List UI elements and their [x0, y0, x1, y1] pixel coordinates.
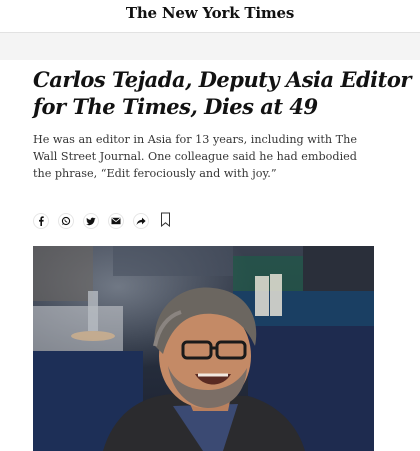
article-photo[interactable] — [33, 246, 374, 451]
bookmark-icon — [161, 212, 170, 227]
twitter-icon — [86, 217, 96, 225]
carlos-tejada-photo — [33, 246, 374, 451]
whatsapp-share-button[interactable] — [58, 213, 74, 229]
article-headline: Carlos Tejada, Deputy Asia Editor for Th… — [33, 67, 411, 119]
save-bookmark-button[interactable] — [160, 212, 171, 231]
share-toolbar — [33, 212, 171, 230]
facebook-share-button[interactable] — [33, 213, 49, 229]
twitter-share-button[interactable] — [83, 213, 99, 229]
nyt-logo[interactable]: The New York Times — [0, 4, 420, 22]
email-icon — [111, 217, 121, 225]
share-arrow-icon — [136, 217, 146, 225]
facebook-icon — [39, 216, 44, 226]
email-share-button[interactable] — [108, 213, 124, 229]
more-share-button[interactable] — [133, 213, 149, 229]
article-summary: He was an editor in Asia for 13 years, i… — [33, 133, 357, 180]
header-band — [0, 33, 420, 60]
whatsapp-icon — [61, 216, 71, 226]
masthead-bar: The New York Times — [0, 0, 420, 33]
